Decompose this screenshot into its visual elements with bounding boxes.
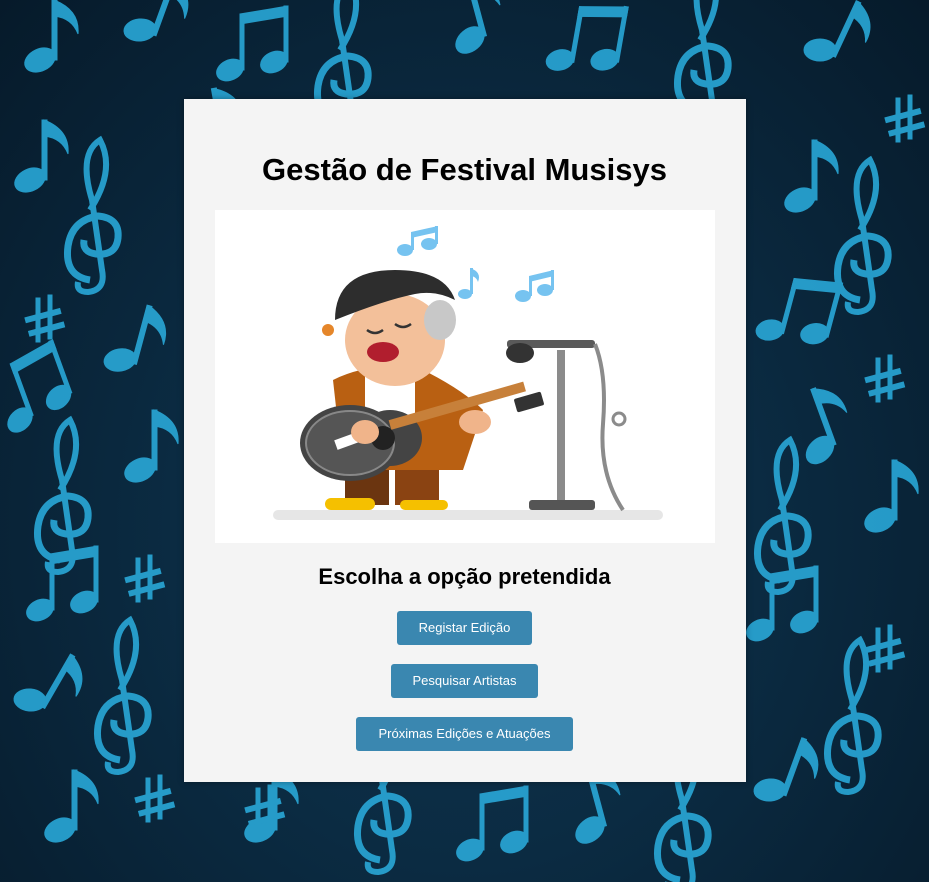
upcoming-editions-button[interactable]: Próximas Edições e Atuações [356,717,573,751]
singer-with-guitar-icon [273,226,663,520]
register-edition-button[interactable]: Registar Edição [397,611,532,645]
page-title: Gestão de Festival Musisys [262,152,667,187]
search-artists-button[interactable]: Pesquisar Artistas [391,664,538,698]
choose-option-heading: Escolha a opção pretendida [318,564,611,589]
singer-illustration [215,210,715,543]
